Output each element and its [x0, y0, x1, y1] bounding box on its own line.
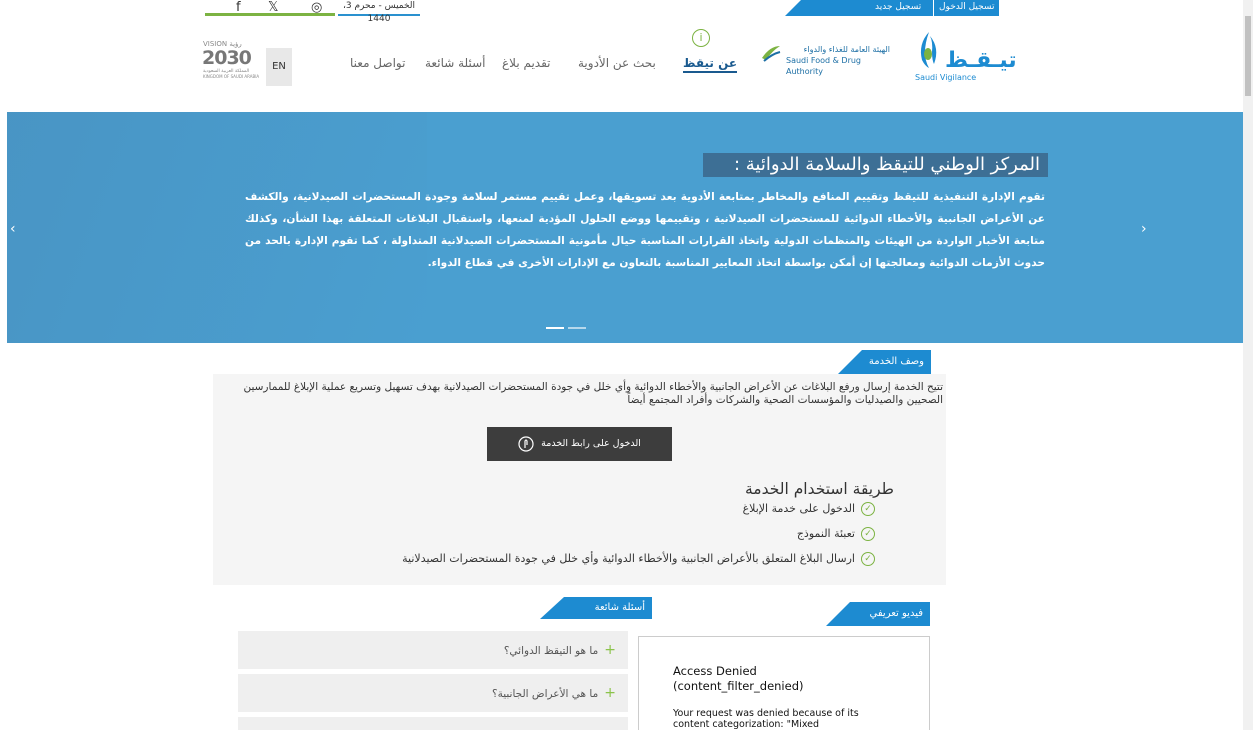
login-link[interactable]: تسجيل الدخول — [939, 1, 994, 14]
scrollbar-thumb[interactable] — [1245, 16, 1251, 96]
how-to-use-title: طريقة استخدام الخدمة — [744, 480, 894, 498]
date-display: الخميس - محرم 3، 1440 — [338, 0, 420, 24]
auth-divider — [933, 0, 934, 16]
nav-drug-search[interactable]: بحث عن الأدوية — [578, 55, 656, 71]
faq-tab: أسئلة شائعة — [540, 597, 652, 619]
info-icon: i — [692, 29, 710, 47]
faq-item[interactable]: +ما هو التيقظ الدوائي؟ — [238, 631, 628, 669]
vision-2030-logo: VISION رؤية 2030 المملكة العربية السعودي… — [200, 40, 265, 80]
saudi-vigilance-wordmark: تيـقـظ — [945, 48, 1017, 73]
service-description-tab: وصف الخدمة — [838, 350, 931, 374]
sfda-name-ar: الهيئة العامة للغذاء والدواء — [803, 45, 890, 54]
touch-icon — [518, 435, 534, 452]
nav-contact[interactable]: تواصل معنا — [350, 55, 405, 71]
top-strip — [0, 0, 1243, 15]
step-item: ✓تعبئة النموذج — [797, 525, 875, 543]
service-link-button[interactable]: الدخول على رابط الخدمة — [487, 427, 672, 461]
faq-item[interactable]: +ما هي الأعراض الجانبية؟ — [238, 674, 628, 712]
instagram-icon[interactable]: ◎ — [311, 0, 322, 15]
service-description: تتيح الخدمة إرسال ورفع البلاغات عن الأعر… — [243, 381, 943, 406]
language-toggle-button[interactable]: EN — [266, 48, 292, 86]
step-item: ✓الدخول على خدمة الإبلاغ — [743, 500, 875, 518]
hero-title: المركز الوطني للتيقظ والسلامة الدوائية : — [703, 153, 1048, 177]
step-item: ✓ارسال البلاغ المتعلق بالأعراض الجانبية … — [402, 550, 875, 568]
check-icon: ✓ — [861, 502, 875, 516]
vision-sub-en: KINGDOM OF SAUDI ARABIA — [203, 74, 260, 79]
nav-faq[interactable]: أسئلة شائعة — [425, 55, 486, 71]
facebook-icon[interactable]: f — [236, 0, 241, 15]
plus-icon: + — [604, 642, 616, 658]
sfda-name-en: Saudi Food & Drug Authority — [786, 56, 861, 76]
plus-icon: + — [604, 685, 616, 701]
carousel-prev-arrow[interactable]: ‹ — [10, 221, 16, 237]
video-error-title: Access Denied (content_filter_denied) — [673, 664, 804, 693]
sfda-logo: الهيئة العامة للغذاء والدواء Saudi Food … — [780, 44, 890, 77]
nav-about[interactable]: عن تيقظ — [683, 55, 738, 73]
sfda-logo-icon — [760, 42, 782, 64]
intro-video-tab: فيديو تعريفي — [826, 602, 930, 626]
faq-item[interactable] — [238, 717, 628, 730]
carousel-next-arrow[interactable]: › — [1141, 221, 1147, 237]
nav-submit-report[interactable]: تقديم بلاغ — [502, 55, 551, 71]
carousel-dot-active[interactable] — [546, 327, 564, 329]
auth-bar: تسجيل جديد تسجيل الدخول — [785, 0, 999, 16]
register-link[interactable]: تسجيل جديد — [875, 1, 921, 14]
saudi-vigilance-en: Saudi Vigilance — [915, 73, 977, 82]
check-icon: ✓ — [861, 527, 875, 541]
check-icon: ✓ — [861, 552, 875, 566]
carousel-dot[interactable] — [568, 327, 586, 329]
page-scrollbar[interactable] — [1243, 0, 1253, 730]
twitter-icon[interactable]: 𝕏 — [268, 0, 278, 15]
video-error-body: Your request was denied because of its c… — [673, 708, 859, 730]
service-button-label: الدخول على رابط الخدمة — [541, 438, 641, 449]
vision-year: 2030 — [202, 47, 252, 69]
hero-body-text: تقوم الإدارة التنفيذية للتيقظ وتقييم الم… — [245, 191, 1045, 269]
